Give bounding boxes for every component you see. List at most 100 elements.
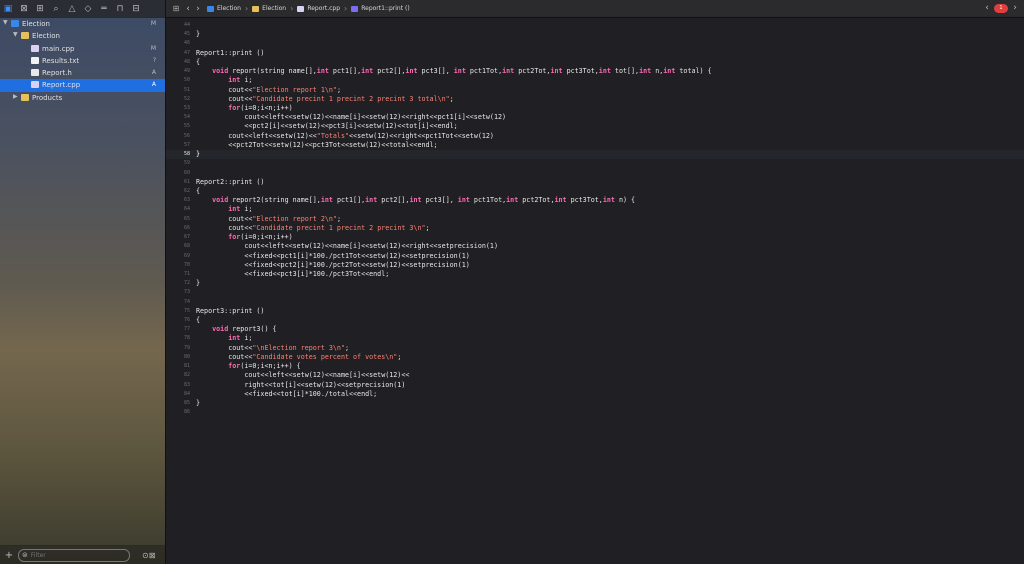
code-line[interactable]: cout<<"Candidate votes percent of votes\… <box>196 353 401 362</box>
line-number: 61 <box>183 178 190 185</box>
breadcrumb-separator-icon: › <box>244 4 249 13</box>
folder-icon[interactable]: ▣ <box>3 4 13 14</box>
editor-jump-bar: ⊞ ‹ › Election › Election › Report.cpp › Repor… <box>166 0 1024 18</box>
tree-item-report-h[interactable]: Report.h A <box>0 67 165 79</box>
warning-icon[interactable]: △ <box>67 4 77 14</box>
code-line[interactable]: Report1::print () <box>196 49 264 58</box>
line-number: 84 <box>183 390 190 397</box>
error-badge[interactable]: 1 <box>994 3 1008 13</box>
code-line[interactable]: cout<<left<<setw(12)<<name[i]<<setw(12)<… <box>196 242 498 251</box>
code-line[interactable]: <<fixed<<pct2[i]*100./pct2Tot<<setw(12)<… <box>196 261 469 270</box>
code-line[interactable]: int i; <box>196 205 252 214</box>
code-line[interactable]: cout<<"Election report 2\n"; <box>196 215 341 224</box>
method-icon <box>351 5 359 12</box>
code-line[interactable]: cout<<"Candidate precint 1 precint 2 pre… <box>196 95 454 104</box>
txt-file-icon <box>31 56 39 64</box>
source-control-icon[interactable]: ⊠ <box>19 4 29 14</box>
disclosure-open-icon[interactable]: ▼ <box>13 31 18 38</box>
filter-field[interactable]: ⊜ <box>18 548 130 562</box>
forward-icon[interactable]: › <box>193 4 203 14</box>
add-icon[interactable]: + <box>2 550 16 561</box>
tree-item-results-txt[interactable]: Results.txt? <box>0 55 165 67</box>
breadcrumb-item[interactable]: Election <box>252 5 286 12</box>
code-line[interactable]: for(i=0;i<n;i++) { <box>196 362 301 371</box>
tree-item-election[interactable]: ▼ Election M <box>0 18 165 30</box>
scm-status: A <box>151 69 156 77</box>
code-line[interactable]: { <box>196 58 200 67</box>
code-line[interactable]: } <box>196 279 200 288</box>
line-number: 49 <box>183 68 190 75</box>
disclosure-open-icon[interactable]: ▼ <box>3 19 8 26</box>
cpp-file-icon <box>31 81 39 89</box>
breadcrumb: Election › Election › Report.cpp › Report1::pr… <box>207 4 410 13</box>
tree-item-main-cpp[interactable]: main.cpp M <box>0 43 165 55</box>
code-line[interactable]: <<pct2[i]<<setw(12)<<pct3[i]<<setw(12)<<… <box>196 122 457 131</box>
related-items-icon[interactable]: ⊞ <box>169 4 183 13</box>
line-number: 53 <box>183 104 190 111</box>
code-line[interactable]: for(i=0;i<n;i++) <box>196 104 292 113</box>
tree-item-election[interactable]: ▼ Election <box>0 30 165 42</box>
previous-issue-icon[interactable]: ‹ <box>982 3 992 13</box>
code-line[interactable]: <<pct2Tot<<setw(12)<<pct3Tot<<setw(12)<<… <box>196 141 437 150</box>
line-number: 66 <box>183 224 190 231</box>
code-line[interactable]: <<fixed<<pct3[i]*100./pct3Tot<<endl; <box>196 270 389 279</box>
tree-item-products[interactable]: ▶ Products <box>0 92 165 104</box>
code-line[interactable]: cout<<left<<setw(12)<<name[i]<<setw(12)<… <box>196 113 506 122</box>
navigator-toolbar: ▣ ⊠ ⊞ ⌕ △ ◇ ═ ⊓ ⊟ <box>0 0 165 18</box>
test-icon[interactable]: ◇ <box>83 4 93 14</box>
code-line[interactable]: Report2::print () <box>196 178 264 187</box>
code-line[interactable]: Report3::print () <box>196 307 264 316</box>
line-number: 83 <box>183 381 190 388</box>
filter-options-icon[interactable]: ⊙⊠ <box>142 551 155 560</box>
code-line[interactable]: <<fixed<<tot[i]*100./total<<endl; <box>196 390 377 399</box>
code-line[interactable]: int i; <box>196 334 252 343</box>
code-line[interactable]: right<<tot[i]<<setw(12)<<setprecision(1) <box>196 381 405 390</box>
code-line[interactable]: void report(string name[],int pct1[],int… <box>196 67 712 76</box>
symbol-icon[interactable]: ⊞ <box>35 4 45 14</box>
code-line[interactable]: for(i=0;i<n;i++) <box>196 233 292 242</box>
tree-item-label: Report.cpp <box>42 81 81 90</box>
breakpoint-icon[interactable]: ⊓ <box>115 4 125 14</box>
next-issue-icon[interactable]: › <box>1010 3 1020 13</box>
line-number: 86 <box>183 409 190 416</box>
code-line[interactable]: { <box>196 187 200 196</box>
find-icon[interactable]: ⌕ <box>51 4 61 14</box>
line-number: 58 <box>183 151 190 158</box>
filter-bar: + ⊜ ⊙⊠ <box>0 545 165 564</box>
code-line[interactable]: int i; <box>196 76 252 85</box>
line-number: 60 <box>183 169 190 176</box>
code-line[interactable]: cout<<left<<setw(12)<<name[i]<<setw(12)<… <box>196 371 409 380</box>
tree-item-label: Results.txt <box>42 56 80 65</box>
code-line[interactable]: cout<<left<<setw(12)<<"Totals"<<setw(12)… <box>196 132 494 141</box>
breadcrumb-item[interactable]: Election <box>207 5 241 12</box>
back-icon[interactable]: ‹ <box>183 4 193 14</box>
code-line[interactable]: } <box>196 399 200 408</box>
line-number: 71 <box>183 270 190 277</box>
tree-item-label: Products <box>32 93 63 102</box>
tree-item-report-cpp[interactable]: Report.cpp A <box>0 79 165 92</box>
report-icon[interactable]: ⊟ <box>131 4 141 14</box>
project-navigator: ▣ ⊠ ⊞ ⌕ △ ◇ ═ ⊓ ⊟ ▼ Election M ▼ Election main.cpp M Re… <box>0 0 166 564</box>
code-line[interactable]: { <box>196 316 200 325</box>
line-number: 69 <box>183 252 190 259</box>
code-line[interactable]: <<fixed<<pct1[i]*100./pct1Tot<<setw(12)<… <box>196 252 469 261</box>
code-line[interactable]: void report3() { <box>196 325 276 334</box>
code-line[interactable]: cout<<"\nElection report 3\n"; <box>196 344 349 353</box>
line-number: 46 <box>183 40 190 47</box>
breadcrumb-label: Report1::print () <box>361 5 410 12</box>
code-line[interactable]: cout<<"Election report 1\n"; <box>196 86 341 95</box>
code-line[interactable]: } <box>196 150 200 159</box>
code-line[interactable]: } <box>196 30 200 39</box>
filter-icon: ⊜ <box>22 551 28 559</box>
line-number: 51 <box>183 86 190 93</box>
breadcrumb-item[interactable]: Report.cpp <box>297 5 340 12</box>
debug-icon[interactable]: ═ <box>99 4 109 14</box>
code-line[interactable]: cout<<"Candidate precint 1 precint 2 pre… <box>196 224 429 233</box>
breadcrumb-item[interactable]: Report1::print () <box>351 5 410 12</box>
code-line[interactable]: void report2(string name[],int pct1[],in… <box>196 196 635 205</box>
filter-input[interactable] <box>30 551 111 559</box>
source-editor[interactable]: 44 45 46 47 48 49 50 51 52 53 54 55 56 57 58 59 60 61 62 63… <box>166 18 1024 564</box>
disclosure-closed-icon[interactable]: ▶ <box>13 93 18 100</box>
scm-status: M <box>150 44 156 52</box>
breadcrumb-separator-icon: › <box>344 4 348 13</box>
